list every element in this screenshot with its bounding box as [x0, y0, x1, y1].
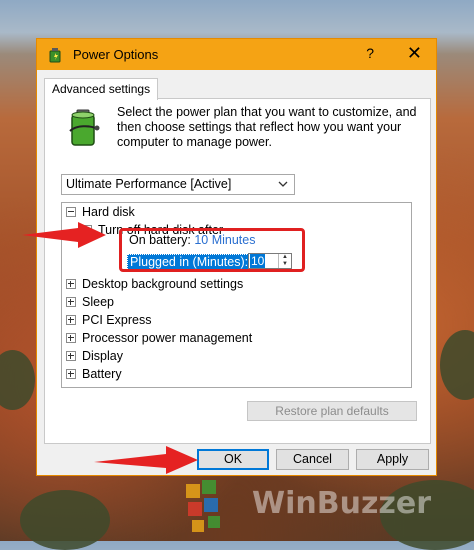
tree-item-label: PCI Express — [82, 313, 152, 327]
tree-item-label: Sleep — [82, 295, 114, 309]
chevron-down-icon — [278, 181, 288, 187]
ok-button[interactable]: OK — [197, 449, 269, 470]
tree-item-display[interactable]: Display — [66, 347, 123, 365]
power-plan-selected: Ultimate Performance [Active] — [66, 177, 232, 191]
tree-item-label: Display — [82, 349, 123, 363]
power-options-icon — [49, 48, 61, 63]
battery-icon — [69, 109, 100, 146]
tree-item-pci-express[interactable]: PCI Express — [66, 311, 151, 329]
title-bar[interactable]: Power Options ? ✕ — [37, 39, 436, 70]
collapse-icon[interactable] — [66, 206, 76, 217]
power-options-window: Power Options ? ✕ Advanced settings Sele… — [36, 38, 437, 476]
tree-item-label: Desktop background settings — [82, 277, 244, 291]
annotation-arrow-icon — [22, 222, 106, 248]
restore-plan-defaults-button[interactable]: Restore plan defaults — [247, 401, 417, 421]
power-plan-dropdown[interactable]: Ultimate Performance [Active] — [61, 174, 295, 195]
tree-item-battery[interactable]: Battery — [66, 365, 122, 383]
window-title: Power Options — [73, 47, 159, 62]
background-tree — [0, 350, 35, 410]
background-tree — [440, 330, 474, 400]
tree-item-hard-disk[interactable]: Hard disk — [66, 203, 135, 221]
watermark-text: WinBuzzer — [252, 486, 432, 521]
tree-item-label: Hard disk — [82, 205, 135, 219]
background-tree — [20, 490, 110, 550]
description-text: Select the power plan that you want to c… — [117, 105, 417, 149]
tab-advanced-settings[interactable]: Advanced settings — [44, 78, 159, 100]
expand-icon[interactable] — [66, 332, 76, 343]
expand-icon[interactable] — [66, 278, 76, 289]
winbuzzer-logo-icon — [186, 480, 220, 532]
help-button[interactable]: ? — [366, 45, 374, 61]
cancel-button[interactable]: Cancel — [276, 449, 349, 470]
tree-item-desktop-background[interactable]: Desktop background settings — [66, 275, 243, 293]
expand-icon[interactable] — [66, 314, 76, 325]
annotation-arrow-icon — [94, 446, 198, 474]
apply-button[interactable]: Apply — [356, 449, 429, 470]
expand-icon[interactable] — [66, 350, 76, 361]
tree-item-sleep[interactable]: Sleep — [66, 293, 114, 311]
advanced-settings-panel: Select the power plan that you want to c… — [44, 98, 431, 444]
annotation-highlight-box — [119, 228, 305, 272]
expand-icon[interactable] — [66, 296, 76, 307]
expand-icon[interactable] — [66, 368, 76, 379]
close-button[interactable]: ✕ — [407, 43, 422, 63]
tree-item-processor-power[interactable]: Processor power management — [66, 329, 252, 347]
tree-item-label: Battery — [82, 367, 122, 381]
tree-item-label: Processor power management — [82, 331, 253, 345]
